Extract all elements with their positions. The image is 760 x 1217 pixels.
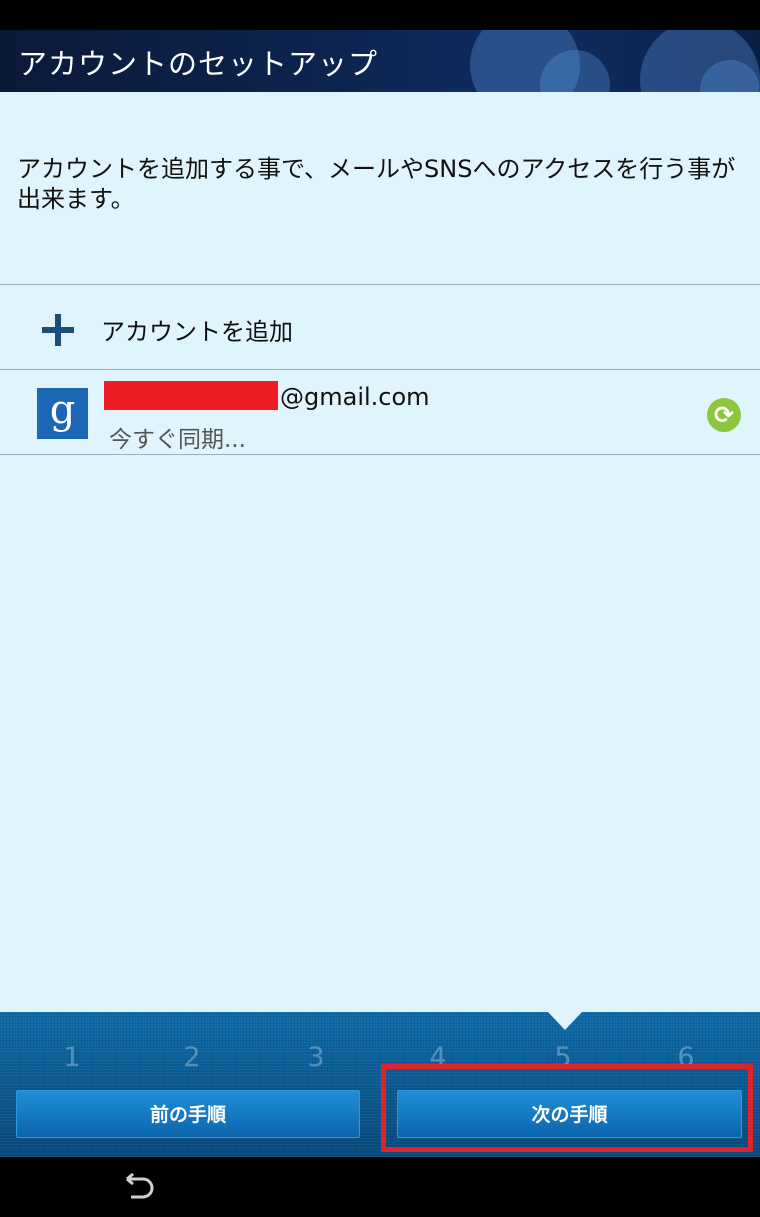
highlight-annotation <box>381 1064 753 1152</box>
sync-status: 今すぐ同期... <box>109 427 246 453</box>
title-bar: アカウントのセットアップ <box>0 30 760 92</box>
main-content: アカウントを追加する事で、メールやSNSへのアクセスを行う事が出来ます。 アカウ… <box>0 92 760 1012</box>
back-icon[interactable] <box>119 1171 159 1203</box>
status-bar <box>0 0 760 30</box>
current-step-indicator <box>548 1012 582 1030</box>
description-text: アカウントを追加する事で、メールやSNSへのアクセスを行う事が出来ます。 <box>17 155 736 213</box>
navigation-bar <box>0 1157 760 1217</box>
account-email: @gmail.com <box>280 383 430 411</box>
divider <box>0 454 760 455</box>
step-number: 3 <box>307 1042 325 1073</box>
redacted-email-block <box>104 381 278 410</box>
add-account-label: アカウントを追加 <box>101 318 293 346</box>
step-number: 1 <box>63 1042 81 1073</box>
sync-icon[interactable]: ⟳ <box>707 398 741 432</box>
add-account-row[interactable]: アカウントを追加 <box>0 285 760 369</box>
plus-icon <box>42 314 74 346</box>
step-number: 2 <box>183 1042 201 1073</box>
page-title: アカウントのセットアップ <box>18 47 379 81</box>
google-icon: g <box>37 388 88 439</box>
account-row[interactable]: g @gmail.com 今すぐ同期... ⟳ <box>0 370 760 454</box>
prev-step-button[interactable]: 前の手順 <box>16 1090 360 1138</box>
